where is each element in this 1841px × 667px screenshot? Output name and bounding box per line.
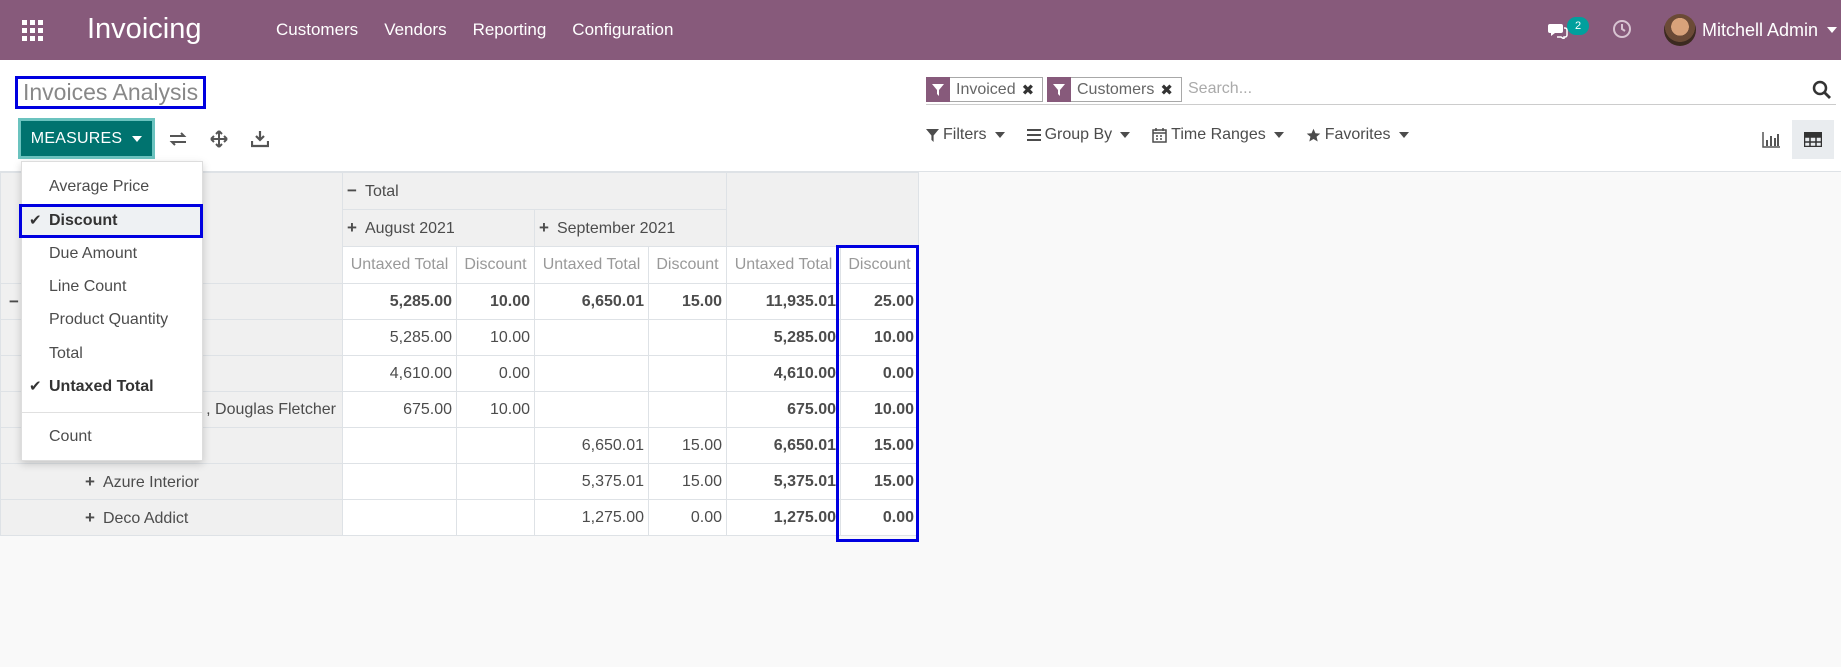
flip-axis-icon[interactable]: [165, 126, 191, 152]
chat-count-badge: 2: [1567, 17, 1589, 35]
table-icon: [1804, 132, 1822, 147]
favorites-label: Favorites: [1324, 126, 1391, 143]
facet-label: Customers: [1077, 80, 1155, 98]
app-brand[interactable]: Invoicing: [87, 13, 201, 46]
download-icon[interactable]: [247, 126, 273, 152]
groupby-label: Group By: [1044, 126, 1113, 143]
graph-view-button[interactable]: [1750, 120, 1792, 159]
search-options: Filters Group By Time Ranges Favorites: [926, 126, 1431, 144]
row-header[interactable]: + Deco Addict: [0, 499, 343, 536]
filter-icon: [926, 128, 939, 142]
measure-header[interactable]: Untaxed Total: [534, 246, 649, 284]
measure-product-quantity[interactable]: Product Quantity: [22, 303, 202, 336]
table-row: + Deco Addict 1,275.00 0.00 1,275.00 0.00: [0, 499, 919, 536]
list-icon: [1026, 129, 1041, 141]
bar-chart-icon: [1762, 131, 1780, 148]
user-name: Mitchell Admin: [1702, 19, 1819, 40]
main-menu: Customers Vendors Reporting Configuratio…: [263, 0, 686, 60]
measure-header[interactable]: Discount: [840, 246, 919, 284]
row-header[interactable]: + Azure Interior: [0, 463, 343, 500]
col-header-september[interactable]: + September 2021: [534, 209, 727, 247]
timeranges-dropdown[interactable]: Time Ranges: [1152, 126, 1284, 144]
remove-facet-icon[interactable]: ✖: [1160, 81, 1178, 99]
facet-customers[interactable]: Customers ✖: [1047, 77, 1182, 102]
search-input[interactable]: [1188, 77, 1788, 101]
measure-header[interactable]: Discount: [648, 246, 727, 284]
timeranges-label: Time Ranges: [1171, 126, 1266, 143]
remove-facet-icon[interactable]: ✖: [1022, 81, 1040, 99]
top-navbar: Invoicing Customers Vendors Reporting Co…: [0, 0, 1841, 60]
groupby-dropdown[interactable]: Group By: [1026, 126, 1131, 144]
menu-reporting[interactable]: Reporting: [460, 0, 560, 60]
measures-dropdown: Average Price ✔ Discount Due Amount Line …: [19, 161, 203, 461]
expand-all-icon[interactable]: [206, 126, 232, 152]
view-switcher: [1750, 120, 1834, 159]
col-header-august[interactable]: + August 2021: [342, 209, 535, 247]
check-icon: ✔: [29, 212, 42, 229]
search-bar: Invoiced ✖ Customers ✖: [926, 74, 1836, 105]
page-title: Invoices Analysis: [15, 76, 207, 109]
control-panel: Invoices Analysis MEASURES Invoiced ✖ Cu…: [0, 60, 1841, 172]
filter-icon: [926, 77, 950, 102]
measure-untaxed-total[interactable]: ✔ Untaxed Total: [22, 370, 202, 403]
menu-vendors[interactable]: Vendors: [371, 0, 459, 60]
measure-total[interactable]: Total: [22, 337, 202, 370]
facet-invoiced[interactable]: Invoiced ✖: [926, 77, 1043, 102]
apps-menu-icon[interactable]: [22, 20, 44, 41]
filters-dropdown[interactable]: Filters: [926, 126, 1005, 144]
facet-label: Invoiced: [956, 80, 1016, 98]
col-header-spacer: [726, 172, 919, 247]
col-header-total[interactable]: − Total: [342, 172, 727, 210]
filter-icon: [1047, 77, 1071, 102]
calendar-icon: [1152, 127, 1167, 143]
check-icon: ✔: [29, 378, 42, 395]
avatar: [1664, 14, 1696, 46]
favorites-dropdown[interactable]: Favorites: [1306, 126, 1409, 144]
measure-header[interactable]: Untaxed Total: [342, 246, 457, 284]
measure-discount[interactable]: ✔ Discount: [19, 204, 203, 238]
table-row: + Azure Interior 5,375.01 15.00 5,375.01 …: [0, 463, 919, 500]
measures-button[interactable]: MEASURES: [18, 118, 155, 159]
measure-header[interactable]: Untaxed Total: [726, 246, 841, 284]
filters-label: Filters: [943, 126, 987, 143]
measure-average-price[interactable]: Average Price: [22, 170, 202, 203]
measures-label: MEASURES: [30, 129, 123, 147]
menu-customers[interactable]: Customers: [263, 0, 371, 60]
messaging-button[interactable]: 2: [1545, 16, 1589, 44]
measure-header[interactable]: Discount: [456, 246, 535, 284]
dropdown-divider: [22, 412, 202, 413]
search-icon[interactable]: [1812, 80, 1832, 105]
menu-configuration[interactable]: Configuration: [559, 0, 686, 60]
measure-count[interactable]: Count: [22, 420, 202, 453]
chevron-down-icon: [1827, 27, 1838, 33]
measure-due-amount[interactable]: Due Amount: [22, 237, 202, 270]
pivot-view-button[interactable]: [1792, 120, 1834, 159]
chat-icon: [1548, 24, 1568, 39]
activity-clock-icon[interactable]: [1612, 19, 1632, 44]
measure-line-count[interactable]: Line Count: [22, 270, 202, 303]
star-icon: [1306, 128, 1320, 141]
caret-down-icon: [132, 135, 143, 142]
user-menu[interactable]: Mitchell Admin: [1664, 12, 1838, 48]
